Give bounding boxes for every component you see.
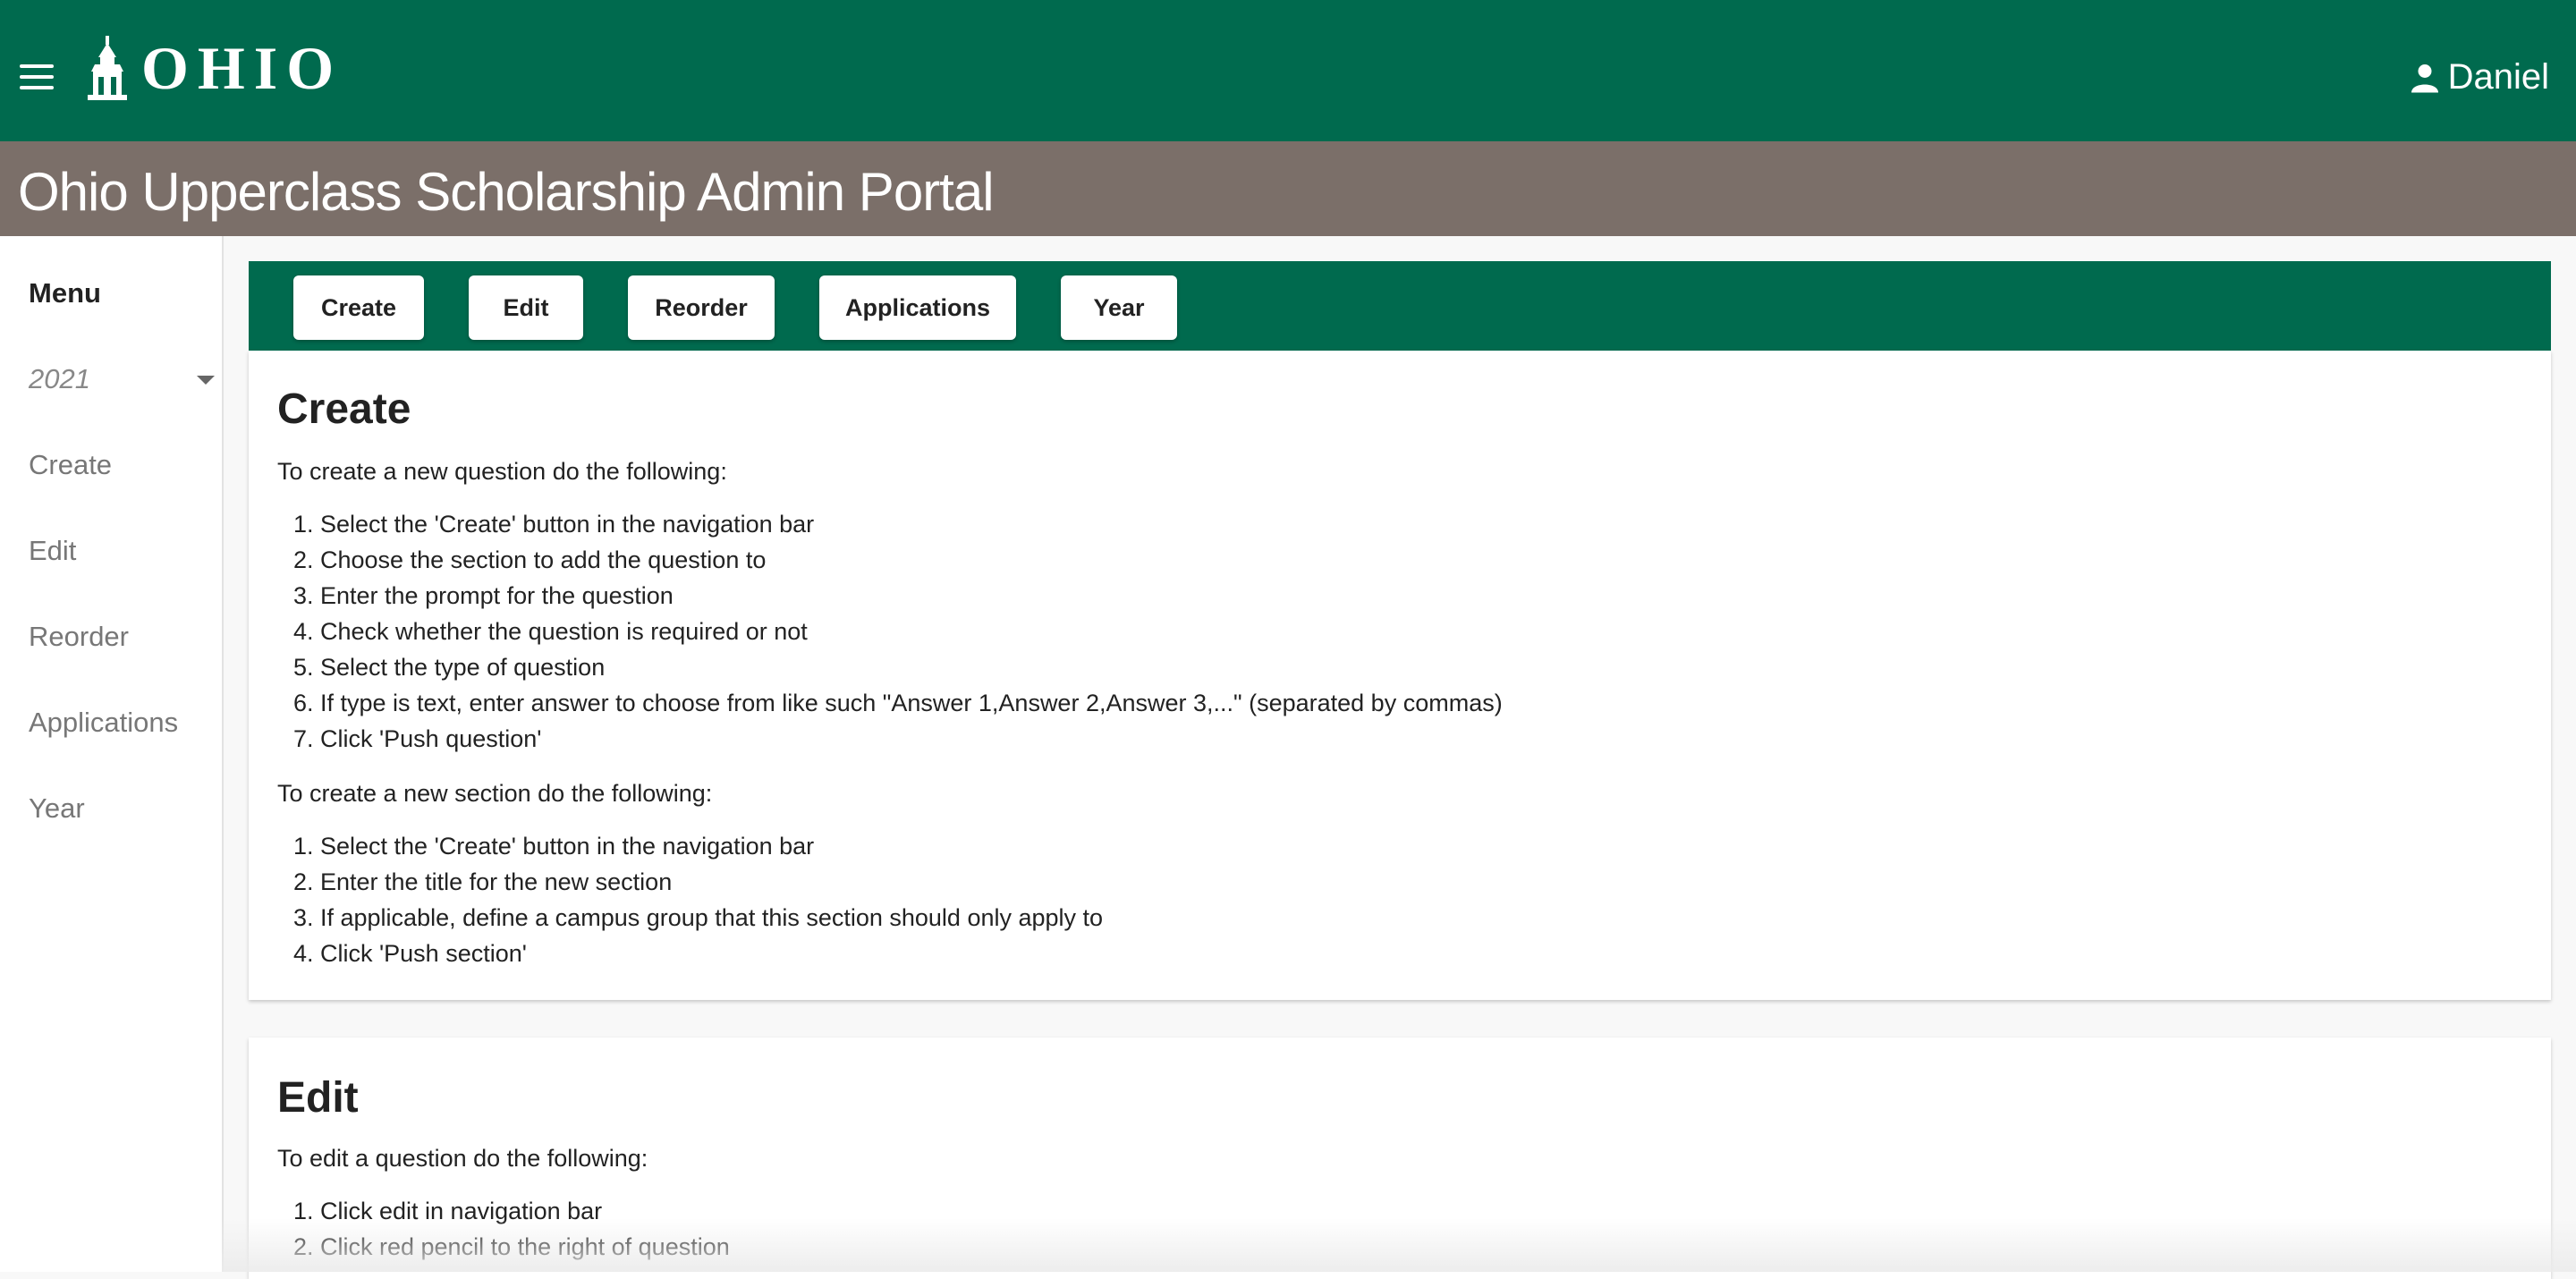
list-item: Select the 'Create' button in the naviga…	[320, 828, 1103, 864]
create-heading: Create	[277, 385, 411, 433]
user-name: Daniel	[2447, 57, 2549, 97]
edit-heading: Edit	[277, 1074, 359, 1122]
list-item: Select the 'Create' button in the naviga…	[320, 506, 1503, 542]
user-account[interactable]: Daniel	[2409, 57, 2549, 97]
list-item: Enter the prompt for the question	[320, 578, 1503, 614]
page-title: Ohio Upperclass Scholarship Admin Portal	[18, 162, 995, 222]
edit-question-steps: Click edit in navigation bar Click red p…	[277, 1193, 730, 1265]
top-header: OHIO Daniel	[0, 0, 2576, 141]
cupola-icon	[88, 36, 127, 100]
edit-help-card: Edit To edit a question do the following…	[249, 1038, 2551, 1279]
list-item: Choose the section to add the question t…	[320, 542, 1503, 578]
nav-year-button[interactable]: Year	[1061, 275, 1177, 340]
ohio-logo[interactable]: OHIO	[88, 32, 343, 100]
caret-down-icon	[197, 376, 215, 385]
action-navbar: Create Edit Reorder Applications Year	[249, 261, 2551, 351]
create-question-steps: Select the 'Create' button in the naviga…	[277, 506, 1503, 757]
list-item: Click 'Push section'	[320, 936, 1103, 971]
nav-reorder-button[interactable]: Reorder	[628, 275, 775, 340]
list-item: Click red pencil to the right of questio…	[320, 1229, 730, 1265]
nav-applications-button[interactable]: Applications	[819, 275, 1016, 340]
nav-edit-button[interactable]: Edit	[469, 275, 583, 340]
main-content: Create Edit Reorder Applications Year Cr…	[249, 261, 2551, 1279]
create-section-intro: To create a new section do the following…	[277, 780, 713, 807]
portal-title-bar: Ohio Upperclass Scholarship Admin Portal	[0, 141, 2576, 236]
hamburger-menu-icon[interactable]	[20, 64, 54, 89]
create-section-steps: Select the 'Create' button in the naviga…	[277, 828, 1103, 971]
sidebar-item-year[interactable]: Year	[29, 792, 85, 825]
list-item: Click 'Push question'	[320, 721, 1503, 757]
sidebar: Menu 2021 Create Edit Reorder Applicatio…	[0, 236, 224, 1272]
sidebar-item-applications[interactable]: Applications	[29, 707, 178, 739]
list-item: If applicable, define a campus group tha…	[320, 900, 1103, 936]
sidebar-item-reorder[interactable]: Reorder	[29, 621, 129, 653]
brand-wordmark: OHIO	[141, 34, 343, 102]
nav-create-button[interactable]: Create	[293, 275, 424, 340]
list-item: Click edit in navigation bar	[320, 1193, 730, 1229]
list-item: Select the type of question	[320, 649, 1503, 685]
year-select[interactable]: 2021	[29, 363, 215, 402]
list-item: Enter the title for the new section	[320, 864, 1103, 900]
list-item: If type is text, enter answer to choose …	[320, 685, 1503, 721]
list-item: Check whether the question is required o…	[320, 614, 1503, 649]
create-question-intro: To create a new question do the followin…	[277, 458, 727, 485]
create-help-card: Create To create a new question do the f…	[249, 351, 2551, 1000]
sidebar-item-edit[interactable]: Edit	[29, 535, 76, 567]
year-select-value: 2021	[29, 363, 90, 394]
sidebar-item-create[interactable]: Create	[29, 449, 112, 481]
person-icon	[2411, 64, 2438, 92]
sidebar-menu-title: Menu	[29, 277, 101, 309]
edit-question-intro: To edit a question do the following:	[277, 1145, 648, 1172]
